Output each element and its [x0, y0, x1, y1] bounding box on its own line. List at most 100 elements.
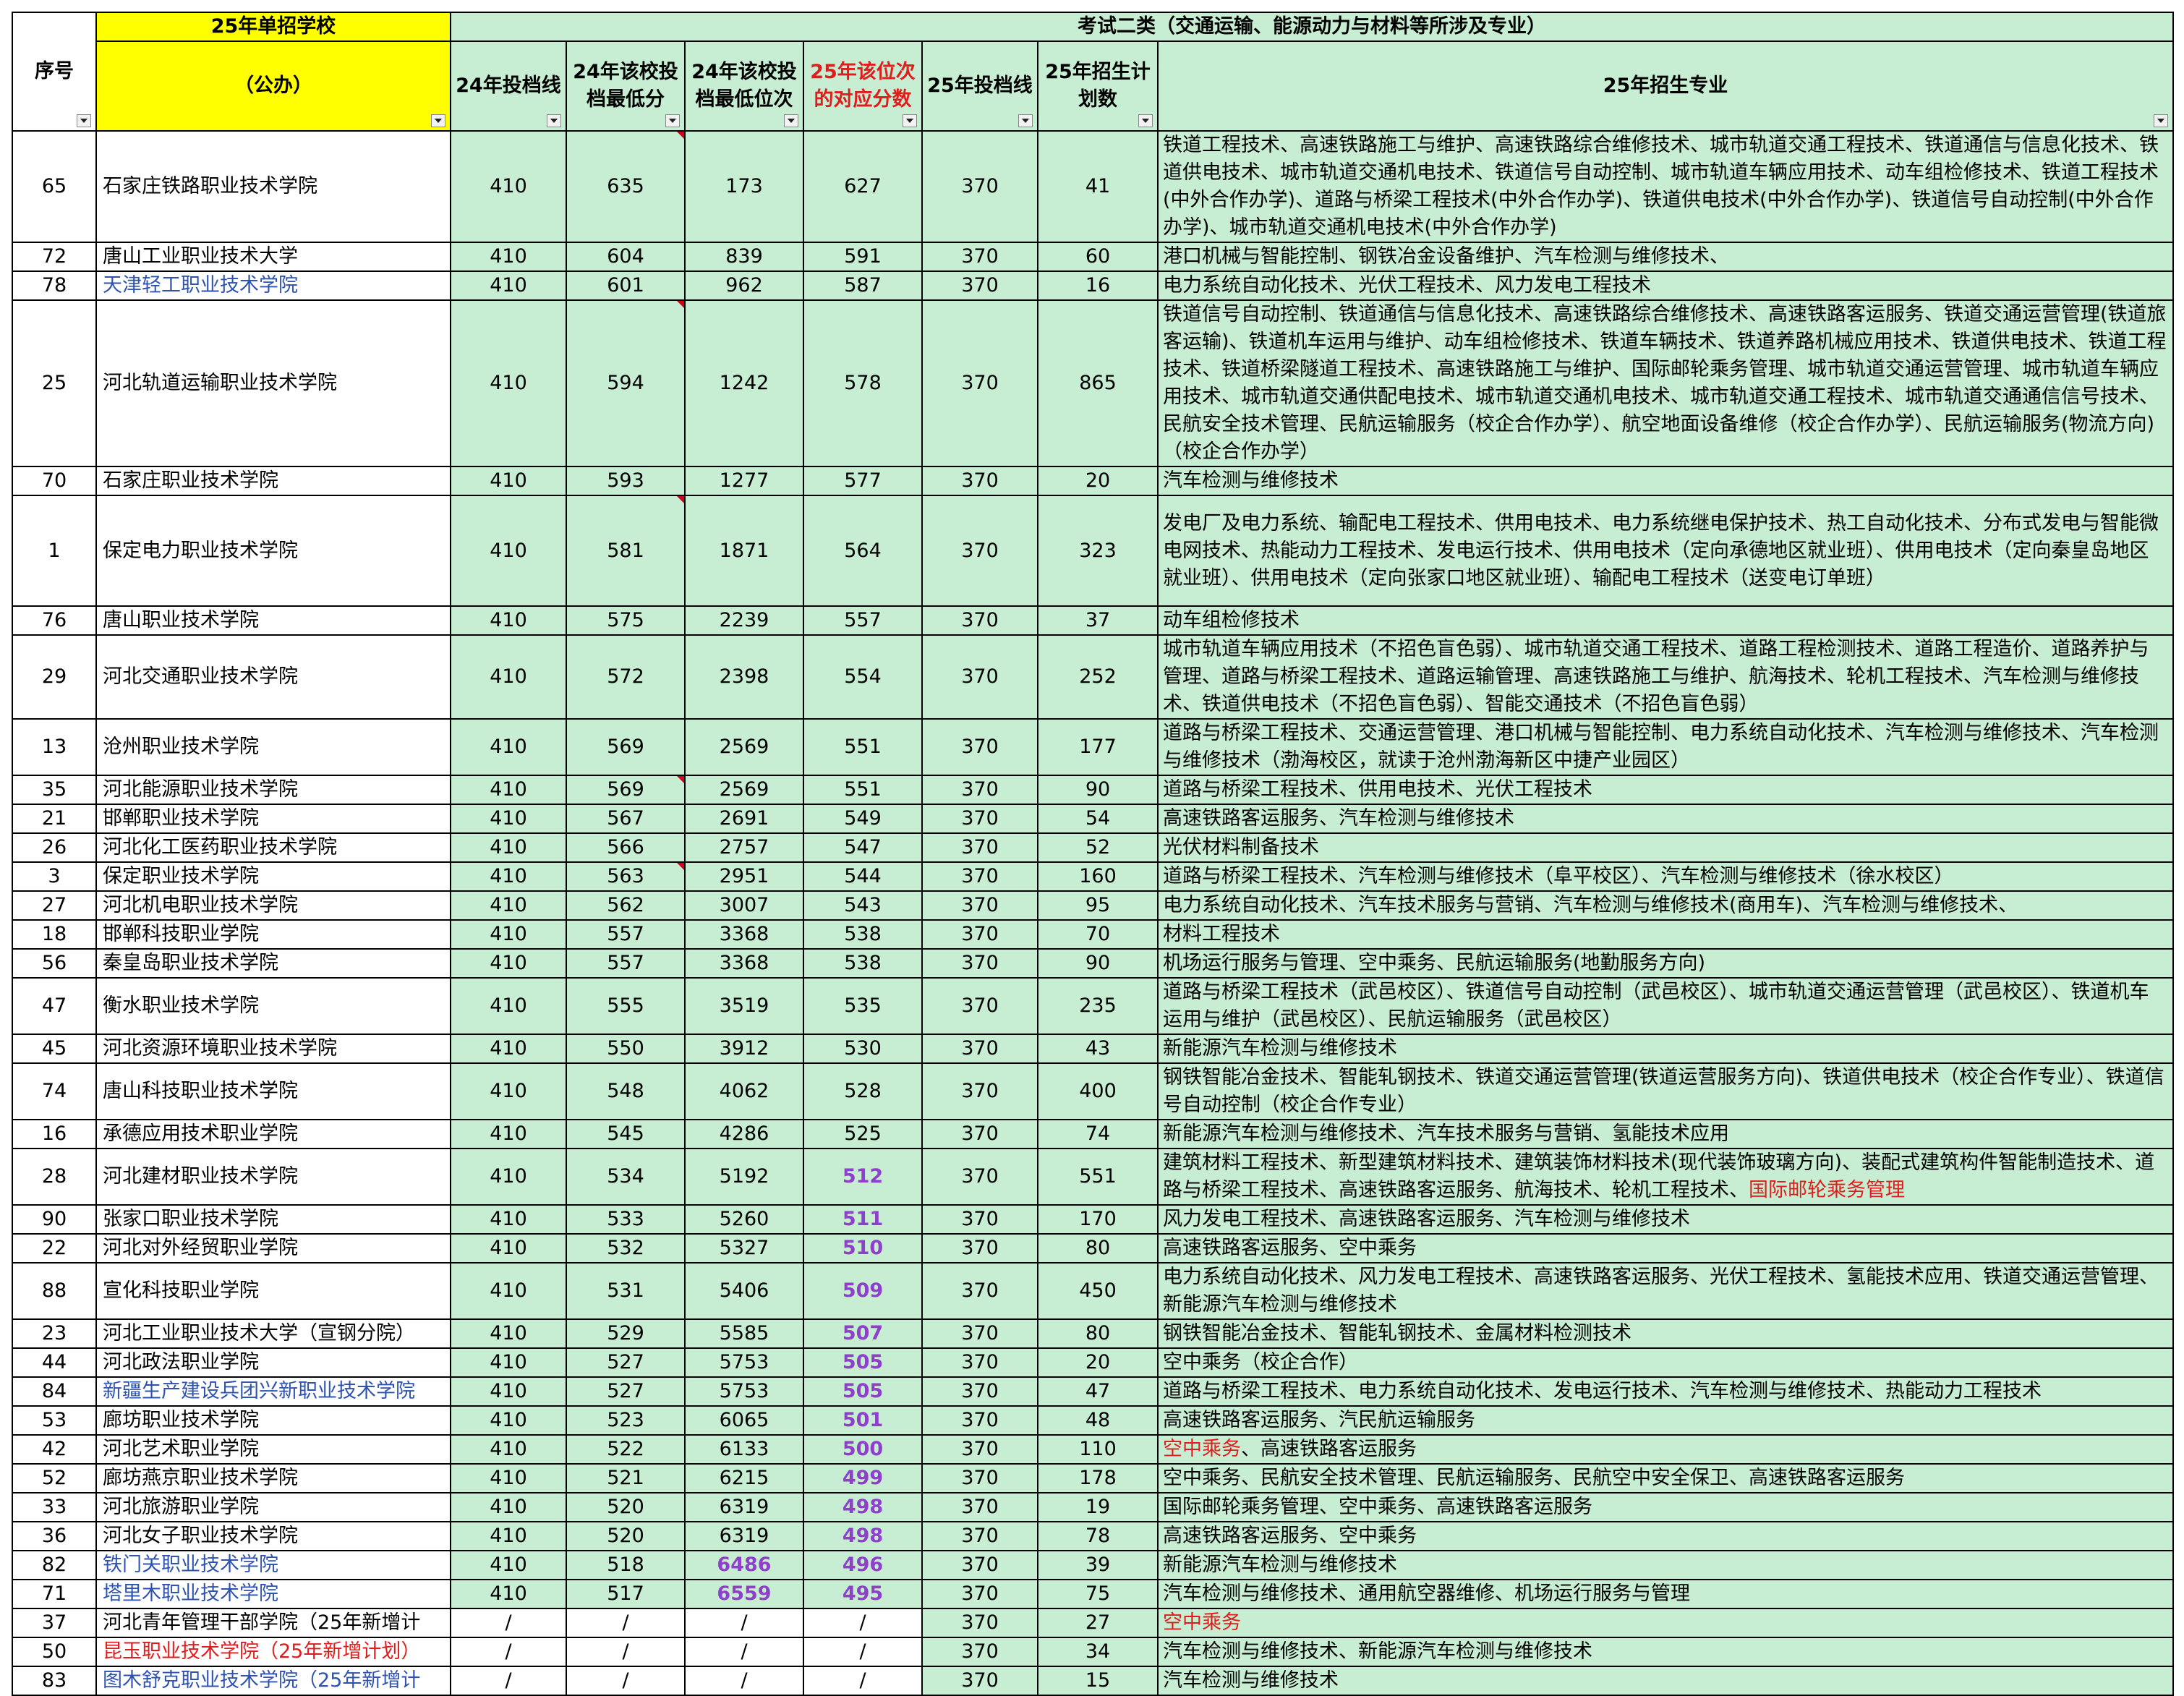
cell-score25[interactable]: 501 — [803, 1405, 923, 1436]
cell-school[interactable]: 塔里木职业技术学院 — [95, 1579, 451, 1609]
cell-rank24[interactable]: 5406 — [684, 1262, 804, 1320]
cell-min24[interactable]: 575 — [566, 605, 686, 636]
cell-line24[interactable]: 410 — [450, 1579, 567, 1609]
cell-line25[interactable]: 370 — [921, 775, 1038, 805]
cell-rank24[interactable]: / — [684, 1637, 804, 1667]
cell-school[interactable]: 衡水职业技术学院 — [95, 977, 451, 1035]
cell-seq[interactable]: 70 — [12, 466, 97, 496]
cell-line24[interactable]: 410 — [450, 1119, 567, 1149]
cell-line24[interactable]: 410 — [450, 890, 567, 921]
cell-plan25[interactable]: 74 — [1037, 1119, 1159, 1149]
cell-line25[interactable]: 370 — [921, 130, 1038, 243]
cell-plan25[interactable]: 80 — [1037, 1233, 1159, 1264]
cell-plan25[interactable]: 78 — [1037, 1521, 1159, 1551]
cell-school[interactable]: 河北机电职业技术学院 — [95, 890, 451, 921]
cell-rank24[interactable]: 5192 — [684, 1148, 804, 1206]
cell-seq[interactable]: 83 — [12, 1666, 97, 1696]
cell-plan25[interactable]: 19 — [1037, 1492, 1159, 1522]
cell-line24[interactable]: 410 — [450, 832, 567, 863]
cell-seq[interactable]: 22 — [12, 1233, 97, 1264]
cell-score25[interactable]: 538 — [803, 919, 923, 950]
filter-dropdown-icon[interactable] — [1138, 114, 1153, 127]
cell-school[interactable]: 保定电力职业技术学院 — [95, 495, 451, 607]
cell-line24[interactable]: 410 — [450, 775, 567, 805]
cell-school[interactable]: 秦皇岛职业技术学院 — [95, 948, 451, 979]
cell-majors[interactable]: 汽车检测与维修技术 — [1156, 1666, 2175, 1696]
cell-min24[interactable]: 545 — [566, 1119, 686, 1149]
filter-dropdown-icon[interactable] — [2154, 114, 2169, 127]
cell-line25[interactable]: 370 — [921, 919, 1038, 950]
header-majors[interactable]: 25年招生专业 — [1156, 41, 2175, 132]
cell-majors[interactable]: 电力系统自动化技术、风力发电工程技术、高速铁路客运服务、光伏工程技术、氢能技术应… — [1156, 1262, 2175, 1320]
cell-line24[interactable]: 410 — [450, 1062, 567, 1120]
cell-majors[interactable]: 空中乘务、民航安全技术管理、民航运输服务、民航空中安全保卫、高速铁路客运服务 — [1156, 1463, 2175, 1493]
cell-score25[interactable]: 498 — [803, 1492, 923, 1522]
cell-score25[interactable]: 511 — [803, 1204, 923, 1235]
cell-plan25[interactable]: 20 — [1037, 1347, 1159, 1378]
cell-plan25[interactable]: 865 — [1037, 299, 1159, 467]
cell-rank24[interactable]: 3368 — [684, 919, 804, 950]
cell-rank24[interactable]: 6065 — [684, 1405, 804, 1436]
cell-school[interactable]: 河北艺术职业学院 — [95, 1434, 451, 1465]
cell-score25[interactable]: 496 — [803, 1550, 923, 1580]
cell-majors[interactable]: 道路与桥梁工程技术（武邑校区）、铁道信号自动控制（武邑校区）、城市轨道交通运营管… — [1156, 977, 2175, 1035]
cell-school[interactable]: 保定职业技术学院 — [95, 861, 451, 892]
cell-majors[interactable]: 道路与桥梁工程技术、电力系统自动化技术、发电运行技术、汽车检测与维修技术、热能动… — [1156, 1376, 2175, 1407]
cell-plan25[interactable]: 95 — [1037, 890, 1159, 921]
cell-seq[interactable]: 3 — [12, 861, 97, 892]
cell-rank24[interactable]: 4062 — [684, 1062, 804, 1120]
cell-rank24[interactable]: 1277 — [684, 466, 804, 496]
cell-majors[interactable]: 材料工程技术 — [1156, 919, 2175, 950]
header-plan25[interactable]: 25年招生计划数 — [1037, 41, 1159, 132]
cell-line24[interactable]: 410 — [450, 605, 567, 636]
cell-school[interactable]: 河北轨道运输职业技术学院 — [95, 299, 451, 467]
cell-seq[interactable]: 42 — [12, 1434, 97, 1465]
cell-rank24[interactable]: 5327 — [684, 1233, 804, 1264]
cell-school[interactable]: 天津轻工职业技术学院 — [95, 270, 451, 301]
cell-school[interactable]: 宣化科技职业学院 — [95, 1262, 451, 1320]
cell-line24[interactable]: 410 — [450, 1434, 567, 1465]
cell-min24[interactable]: 520 — [566, 1521, 686, 1551]
cell-min24[interactable]: / — [566, 1608, 686, 1638]
cell-rank24[interactable]: 5753 — [684, 1347, 804, 1378]
cell-seq[interactable]: 56 — [12, 948, 97, 979]
cell-school[interactable]: 图木舒克职业技术学院（25年新增计 — [95, 1666, 451, 1696]
cell-majors[interactable]: 新能源汽车检测与维修技术 — [1156, 1550, 2175, 1580]
cell-line24[interactable]: 410 — [450, 977, 567, 1035]
cell-plan25[interactable]: 400 — [1037, 1062, 1159, 1120]
cell-seq[interactable]: 1 — [12, 495, 97, 607]
cell-school[interactable]: 河北资源环境职业技术学院 — [95, 1034, 451, 1064]
cell-majors[interactable]: 汽车检测与维修技术、新能源汽车检测与维修技术 — [1156, 1637, 2175, 1667]
cell-rank24[interactable]: 3912 — [684, 1034, 804, 1064]
cell-school[interactable]: 铁门关职业技术学院 — [95, 1550, 451, 1580]
cell-seq[interactable]: 37 — [12, 1608, 97, 1638]
filter-dropdown-icon[interactable] — [665, 114, 680, 127]
cell-score25[interactable]: 577 — [803, 466, 923, 496]
cell-plan25[interactable]: 323 — [1037, 495, 1159, 607]
cell-school[interactable]: 河北建材职业技术学院 — [95, 1148, 451, 1206]
cell-line24[interactable]: / — [450, 1608, 567, 1638]
cell-min24[interactable]: 522 — [566, 1434, 686, 1465]
filter-dropdown-icon[interactable] — [784, 114, 798, 127]
cell-school[interactable]: 石家庄职业技术学院 — [95, 466, 451, 496]
header-line24[interactable]: 24年投档线 — [450, 41, 567, 132]
cell-line25[interactable]: 370 — [921, 1492, 1038, 1522]
cell-majors[interactable]: 国际邮轮乘务管理、空中乘务、高速铁路客运服务 — [1156, 1492, 2175, 1522]
cell-min24[interactable]: 533 — [566, 1204, 686, 1235]
cell-school[interactable]: 河北对外经贸职业学院 — [95, 1233, 451, 1264]
cell-line25[interactable]: 370 — [921, 1347, 1038, 1378]
cell-min24[interactable]: 601 — [566, 270, 686, 301]
cell-line25[interactable]: 370 — [921, 804, 1038, 834]
cell-line25[interactable]: 370 — [921, 861, 1038, 892]
filter-dropdown-icon[interactable] — [1018, 114, 1033, 127]
cell-min24[interactable]: 555 — [566, 977, 686, 1035]
cell-min24[interactable]: 548 — [566, 1062, 686, 1120]
cell-score25[interactable]: 564 — [803, 495, 923, 607]
cell-seq[interactable]: 16 — [12, 1119, 97, 1149]
cell-majors[interactable]: 风力发电工程技术、高速铁路客运服务、汽车检测与维修技术 — [1156, 1204, 2175, 1235]
cell-seq[interactable]: 33 — [12, 1492, 97, 1522]
cell-score25[interactable]: 544 — [803, 861, 923, 892]
cell-seq[interactable]: 26 — [12, 832, 97, 863]
cell-school[interactable]: 河北交通职业技术学院 — [95, 634, 451, 720]
cell-score25[interactable]: 530 — [803, 1034, 923, 1064]
